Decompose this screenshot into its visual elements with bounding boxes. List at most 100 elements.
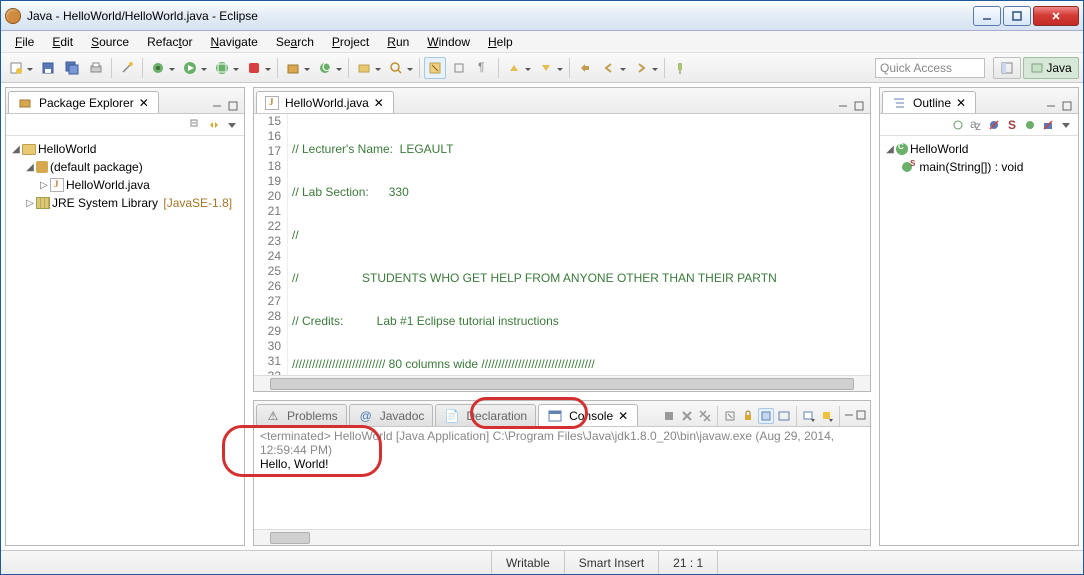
console-icon <box>547 408 563 424</box>
tree-jre-library[interactable]: ▷JRE System Library [JavaSE-1.8] <box>8 194 242 212</box>
java-perspective-button[interactable]: Java <box>1023 57 1079 79</box>
print-button[interactable] <box>85 57 107 79</box>
problems-tab[interactable]: ⚠Problems <box>256 404 347 426</box>
remove-all-icon[interactable] <box>697 408 713 424</box>
console-output[interactable]: <terminated> HelloWorld [Java Applicatio… <box>254 427 870 529</box>
pin-editor-button[interactable] <box>669 57 691 79</box>
minimize-button[interactable] <box>973 6 1001 26</box>
maximize-view-icon[interactable] <box>1060 99 1074 113</box>
remove-launch-icon[interactable] <box>679 408 695 424</box>
menu-source[interactable]: Source <box>83 33 137 51</box>
tree-default-package[interactable]: ◢(default package) <box>8 158 242 176</box>
save-all-button[interactable] <box>61 57 83 79</box>
code-editor[interactable]: 15161718192021222324252627282930313233 /… <box>254 114 870 375</box>
view-menu-icon[interactable] <box>1058 117 1074 133</box>
svg-text:z: z <box>975 119 981 131</box>
menu-project[interactable]: Project <box>324 33 377 51</box>
run-last-button[interactable] <box>211 57 241 79</box>
run-button[interactable] <box>179 57 209 79</box>
clear-console-icon[interactable] <box>722 408 738 424</box>
hide-local-icon[interactable] <box>1040 117 1056 133</box>
forward-button[interactable] <box>630 57 660 79</box>
close-icon[interactable]: ✕ <box>955 97 967 109</box>
maximize-view-icon[interactable] <box>226 99 240 113</box>
search-button[interactable] <box>385 57 415 79</box>
package-explorer-icon <box>17 95 33 111</box>
new-package-button[interactable] <box>282 57 312 79</box>
debug-button[interactable] <box>147 57 177 79</box>
hide-static-icon[interactable]: S <box>1004 117 1020 133</box>
external-tools-button[interactable] <box>243 57 273 79</box>
minimize-view-icon[interactable] <box>844 409 854 423</box>
back-button[interactable] <box>598 57 628 79</box>
bottom-pane: ⚠Problems @Javadoc 📄Declaration Console✕ <box>253 400 871 546</box>
declaration-tab[interactable]: 📄Declaration <box>435 404 536 426</box>
pin-console-icon[interactable] <box>758 408 774 424</box>
hide-fields-icon[interactable] <box>986 117 1002 133</box>
console-stdout-line: Hello, World! <box>260 457 864 471</box>
scroll-lock-icon[interactable] <box>740 408 756 424</box>
console-tab[interactable]: Console✕ <box>538 404 638 426</box>
annotation-prev-button[interactable] <box>503 57 533 79</box>
menu-help[interactable]: Help <box>480 33 521 51</box>
hide-nonpublic-icon[interactable] <box>1022 117 1038 133</box>
package-explorer-tab[interactable]: Package Explorer ✕ <box>8 91 159 113</box>
close-button[interactable] <box>1033 6 1079 26</box>
horizontal-scrollbar[interactable] <box>254 375 870 391</box>
save-button[interactable] <box>37 57 59 79</box>
maximize-view-icon[interactable] <box>852 99 866 113</box>
outline-tab[interactable]: Outline ✕ <box>882 91 976 113</box>
new-class-button[interactable]: C <box>314 57 344 79</box>
minimize-view-icon[interactable] <box>1044 99 1058 113</box>
minimize-view-icon[interactable] <box>836 99 850 113</box>
annotation-next-button[interactable] <box>535 57 565 79</box>
code-content[interactable]: // Lecturer's Name: LEGAULT // Lab Secti… <box>288 114 870 375</box>
close-icon[interactable]: ✕ <box>138 97 150 109</box>
tree-java-file[interactable]: ▷HelloWorld.java <box>8 176 242 194</box>
open-console-dd-icon[interactable] <box>801 408 817 424</box>
javadoc-tab[interactable]: @Javadoc <box>349 404 434 426</box>
svg-text:S: S <box>1008 119 1016 131</box>
toggle-block-button[interactable] <box>448 57 470 79</box>
toggle-mark-button[interactable] <box>424 57 446 79</box>
quick-access-input[interactable]: Quick Access <box>875 58 985 78</box>
menu-refactor[interactable]: Refactor <box>139 33 200 51</box>
terminate-icon[interactable] <box>661 408 677 424</box>
display-console-icon[interactable] <box>776 408 792 424</box>
open-type-button[interactable] <box>353 57 383 79</box>
editor-tab[interactable]: HelloWorld.java ✕ <box>256 91 394 113</box>
close-icon[interactable]: ✕ <box>373 97 385 109</box>
minimize-view-icon[interactable] <box>210 99 224 113</box>
maximize-button[interactable] <box>1003 6 1031 26</box>
main-toolbar: C ¶ Quick Access Java <box>1 53 1083 83</box>
sort-icon[interactable]: az <box>968 117 984 133</box>
outline-method[interactable]: Smain(String[]) : void <box>882 158 1076 176</box>
view-menu-icon[interactable] <box>224 117 240 133</box>
status-position: 21 : 1 <box>658 551 717 574</box>
new-console-dd-icon[interactable] <box>819 408 835 424</box>
open-perspective-button[interactable] <box>993 57 1021 79</box>
library-icon <box>36 197 50 209</box>
last-edit-button[interactable] <box>574 57 596 79</box>
focus-icon[interactable] <box>950 117 966 133</box>
maximize-view-icon[interactable] <box>856 409 866 423</box>
window-title: Java - HelloWorld/HelloWorld.java - Ecli… <box>27 9 973 23</box>
show-whitespace-button[interactable]: ¶ <box>472 57 494 79</box>
wand-button[interactable] <box>116 57 138 79</box>
menu-navigate[interactable]: Navigate <box>202 33 265 51</box>
new-button[interactable] <box>5 57 35 79</box>
menu-search[interactable]: Search <box>268 33 322 51</box>
link-editor-icon[interactable] <box>206 117 222 133</box>
horizontal-scrollbar[interactable] <box>254 529 870 545</box>
menu-window[interactable]: Window <box>419 33 478 51</box>
menu-file[interactable]: File <box>7 33 42 51</box>
menu-run[interactable]: Run <box>379 33 417 51</box>
outline-class[interactable]: ◢HelloWorld <box>882 140 1076 158</box>
tree-project[interactable]: ◢HelloWorld <box>8 140 242 158</box>
collapse-all-icon[interactable] <box>188 117 204 133</box>
close-icon[interactable]: ✕ <box>617 410 629 422</box>
package-icon <box>36 161 48 173</box>
menu-edit[interactable]: Edit <box>44 33 81 51</box>
window-titlebar: Java - HelloWorld/HelloWorld.java - Ecli… <box>1 1 1083 31</box>
outline-view: Outline ✕ az S ◢HelloWorld Smain(String[… <box>879 87 1079 546</box>
